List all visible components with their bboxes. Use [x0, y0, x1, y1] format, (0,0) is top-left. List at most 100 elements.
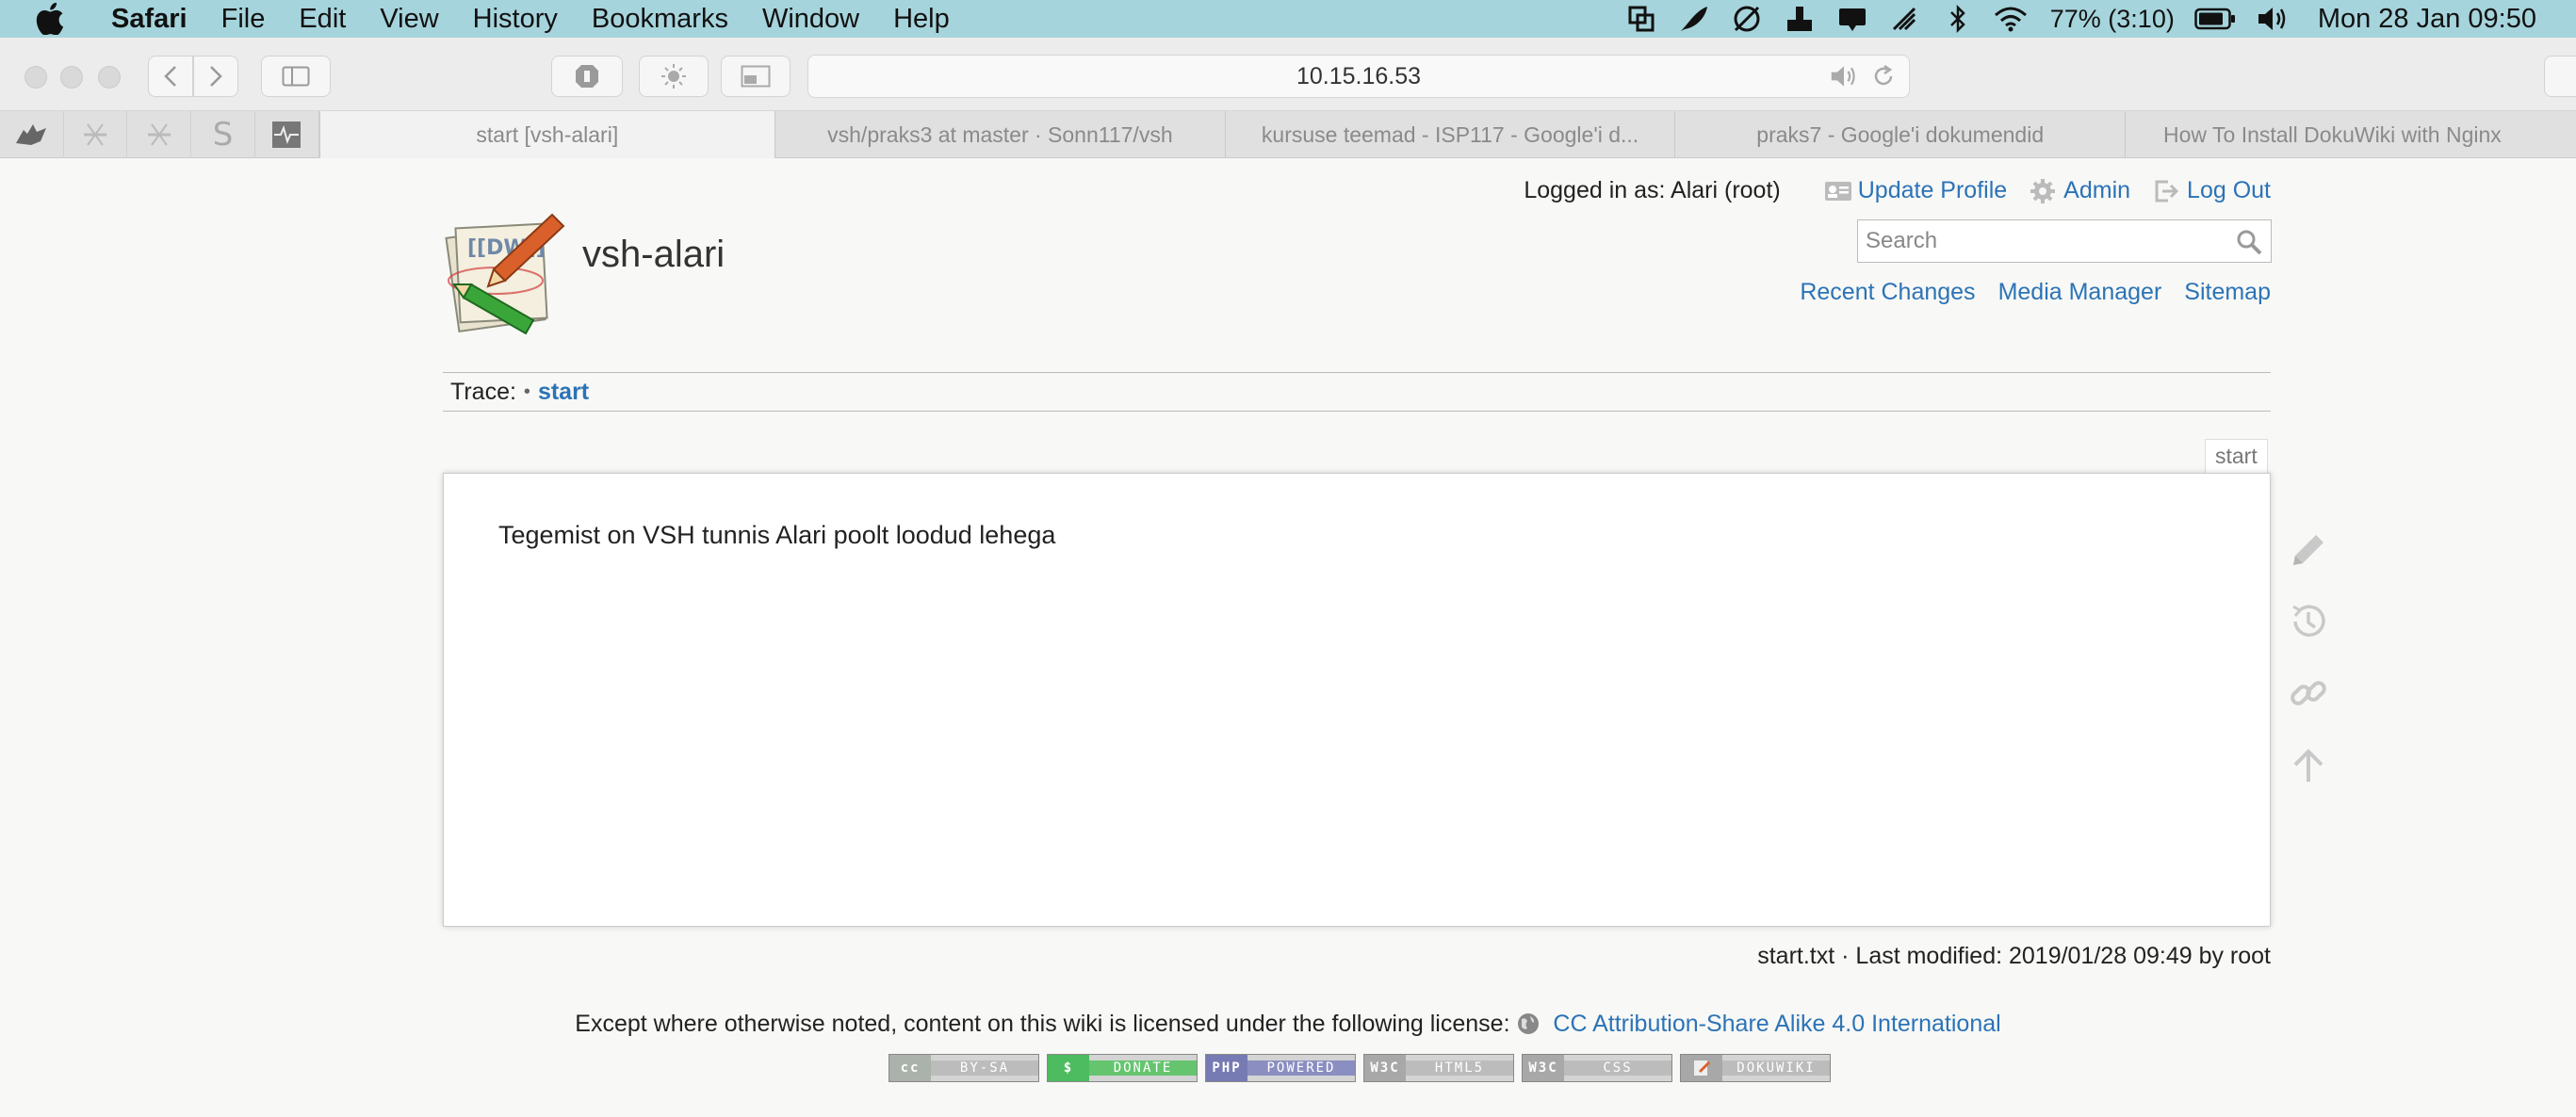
license-text: Except where otherwise noted, content on…: [575, 1011, 1510, 1037]
site-tools: Recent Changes Media Manager Sitemap: [1777, 279, 2271, 306]
content-paragraph: Tegemist on VSH tunnis Alari poolt loodu…: [498, 521, 1056, 549]
dokuwiki-logo[interactable]: [[DW]]: [439, 207, 567, 335]
tab-kursuse-teemad[interactable]: kursuse teemad - ISP117 - Google'i d...: [1224, 111, 1675, 158]
logout-label: Log Out: [2187, 177, 2271, 203]
menu-view[interactable]: View: [380, 4, 438, 35]
w3c-css-badge[interactable]: W3C CSS: [1522, 1054, 1672, 1082]
feather-icon[interactable]: [1677, 4, 1711, 34]
menu-file[interactable]: File: [221, 4, 266, 35]
pip-icon: [741, 65, 771, 88]
favorite-wolf-icon[interactable]: [0, 111, 64, 158]
volume-icon[interactable]: [2256, 4, 2290, 34]
page-tools: [2284, 526, 2333, 812]
footer-badges: cc BY-SA $ DONATE PHP POWERED W3C HTML5 …: [889, 1054, 1831, 1082]
recent-changes-link[interactable]: Recent Changes: [1800, 279, 1975, 306]
backlinks-icon[interactable]: [2284, 669, 2333, 718]
minimize-window-button[interactable]: [60, 66, 83, 89]
sidebar-icon: [282, 66, 310, 87]
logout-icon: [2153, 179, 2181, 203]
chevron-left-icon: [164, 66, 176, 87]
php-powered-badge[interactable]: PHP POWERED: [1205, 1054, 1356, 1082]
breadcrumb-start-link[interactable]: start: [538, 379, 589, 406]
favorite-pulse-icon[interactable]: [255, 111, 319, 158]
menu-bookmarks[interactable]: Bookmarks: [592, 4, 728, 35]
sun-icon: [661, 64, 686, 89]
search-icon[interactable]: [2235, 228, 2263, 256]
menu-edit[interactable]: Edit: [299, 4, 346, 35]
forward-button[interactable]: [193, 56, 238, 97]
admin-label: Admin: [2063, 177, 2131, 203]
picture-in-picture-button[interactable]: [721, 56, 791, 97]
favorite-tool-icon-2[interactable]: [127, 111, 192, 158]
upload-icon[interactable]: [1783, 4, 1817, 34]
breadcrumb-separator: •: [523, 380, 530, 402]
url-text: 10.15.16.53: [1296, 62, 1422, 89]
search-input[interactable]: [1858, 228, 2216, 254]
gauge-off-icon[interactable]: [1730, 4, 1764, 34]
tab-praks7[interactable]: praks7 - Google'i dokumendid: [1674, 111, 2125, 158]
breadcrumb: Trace: • start: [443, 372, 2271, 412]
admin-link[interactable]: Admin: [2030, 177, 2130, 204]
bluetooth-icon[interactable]: [1941, 4, 1975, 34]
old-revisions-icon[interactable]: [2284, 597, 2333, 646]
user-tools: Logged in as: Alari (root) Update Profil…: [1524, 177, 2271, 204]
license-notice: Except where otherwise noted, content on…: [0, 1011, 2576, 1038]
tab-install-dokuwiki[interactable]: How To Install DokuWiki with Nginx: [2125, 111, 2576, 158]
back-button[interactable]: [148, 56, 193, 97]
chevron-right-icon: [210, 66, 222, 87]
sitemap-link[interactable]: Sitemap: [2184, 279, 2271, 306]
reload-icon[interactable]: [1871, 63, 1896, 89]
brightness-extension-button[interactable]: [639, 56, 709, 97]
menu-help[interactable]: Help: [893, 4, 950, 35]
sidebar-toggle-button[interactable]: [261, 56, 331, 97]
battery-status[interactable]: 77% (3:10): [2050, 5, 2175, 34]
tab-vsh-praks3[interactable]: vsh/praks3 at master · Sonn117/vsh: [774, 111, 1225, 158]
license-link[interactable]: CC Attribution-Share Alike 4.0 Internati…: [1553, 1011, 2000, 1037]
zoom-window-button[interactable]: [98, 66, 121, 89]
cc-by-sa-badge[interactable]: cc BY-SA: [889, 1054, 1039, 1082]
wifi-icon[interactable]: [1994, 4, 2028, 34]
wiki-title[interactable]: vsh-alari: [582, 234, 725, 276]
tab-start-vsh-alari[interactable]: start [vsh-alari]: [318, 111, 775, 158]
apple-icon[interactable]: [36, 2, 70, 36]
hand-stop-icon: [576, 65, 598, 88]
edit-page-icon[interactable]: [2284, 526, 2333, 575]
dokuwiki-badge[interactable]: DOKUWIKI: [1680, 1054, 1831, 1082]
notification-icon[interactable]: [1835, 4, 1869, 34]
address-bar[interactable]: 10.15.16.53: [807, 55, 1910, 98]
document-info: start.txt · Last modified: 2019/01/28 09…: [1757, 943, 2271, 969]
menu-app-name[interactable]: Safari: [111, 4, 187, 35]
back-to-top-icon[interactable]: [2284, 740, 2333, 789]
update-profile-link[interactable]: Update Profile: [1824, 177, 2007, 204]
favorite-s-icon[interactable]: S: [191, 111, 255, 158]
battery-icon[interactable]: [2193, 4, 2237, 34]
w3c-html5-badge[interactable]: W3C HTML5: [1363, 1054, 1514, 1082]
profile-card-icon: [1824, 179, 1852, 203]
page-id-label: start: [2205, 439, 2268, 473]
update-profile-label: Update Profile: [1857, 177, 2008, 203]
tab-bar: S start [vsh-alari] vsh/praks3 at master…: [0, 111, 2576, 158]
dokuwiki-small-icon: [1694, 1060, 1710, 1076]
signal-icon[interactable]: [1888, 4, 1922, 34]
menubar-clock[interactable]: Mon 28 Jan 09:50: [2318, 4, 2536, 35]
audio-icon[interactable]: [1830, 63, 1858, 89]
gear-icon: [2030, 178, 2058, 203]
menu-history[interactable]: History: [473, 4, 558, 35]
media-manager-link[interactable]: Media Manager: [1998, 279, 2162, 306]
globe-icon: [1518, 1013, 1540, 1034]
logged-in-status: Logged in as: Alari (root): [1524, 177, 1781, 203]
share-button[interactable]: [2544, 56, 2576, 97]
close-window-button[interactable]: [24, 66, 47, 89]
search-box: [1857, 219, 2272, 263]
favorite-tool-icon[interactable]: [64, 111, 128, 158]
menu-bar: Safari File Edit View History Bookmarks …: [0, 0, 2576, 38]
wiki-page: Logged in as: Alari (root) Update Profil…: [0, 158, 2576, 1117]
trace-label: Trace:: [450, 378, 516, 405]
menu-window[interactable]: Window: [762, 4, 859, 35]
donate-badge[interactable]: $ DONATE: [1047, 1054, 1198, 1082]
browser-toolbar: 10.15.16.53: [0, 38, 2576, 111]
screen-icon[interactable]: [1624, 4, 1658, 34]
page-content: Tegemist on VSH tunnis Alari poolt loodu…: [443, 473, 2271, 927]
block-extension-button[interactable]: [551, 56, 623, 97]
logout-link[interactable]: Log Out: [2153, 177, 2271, 204]
